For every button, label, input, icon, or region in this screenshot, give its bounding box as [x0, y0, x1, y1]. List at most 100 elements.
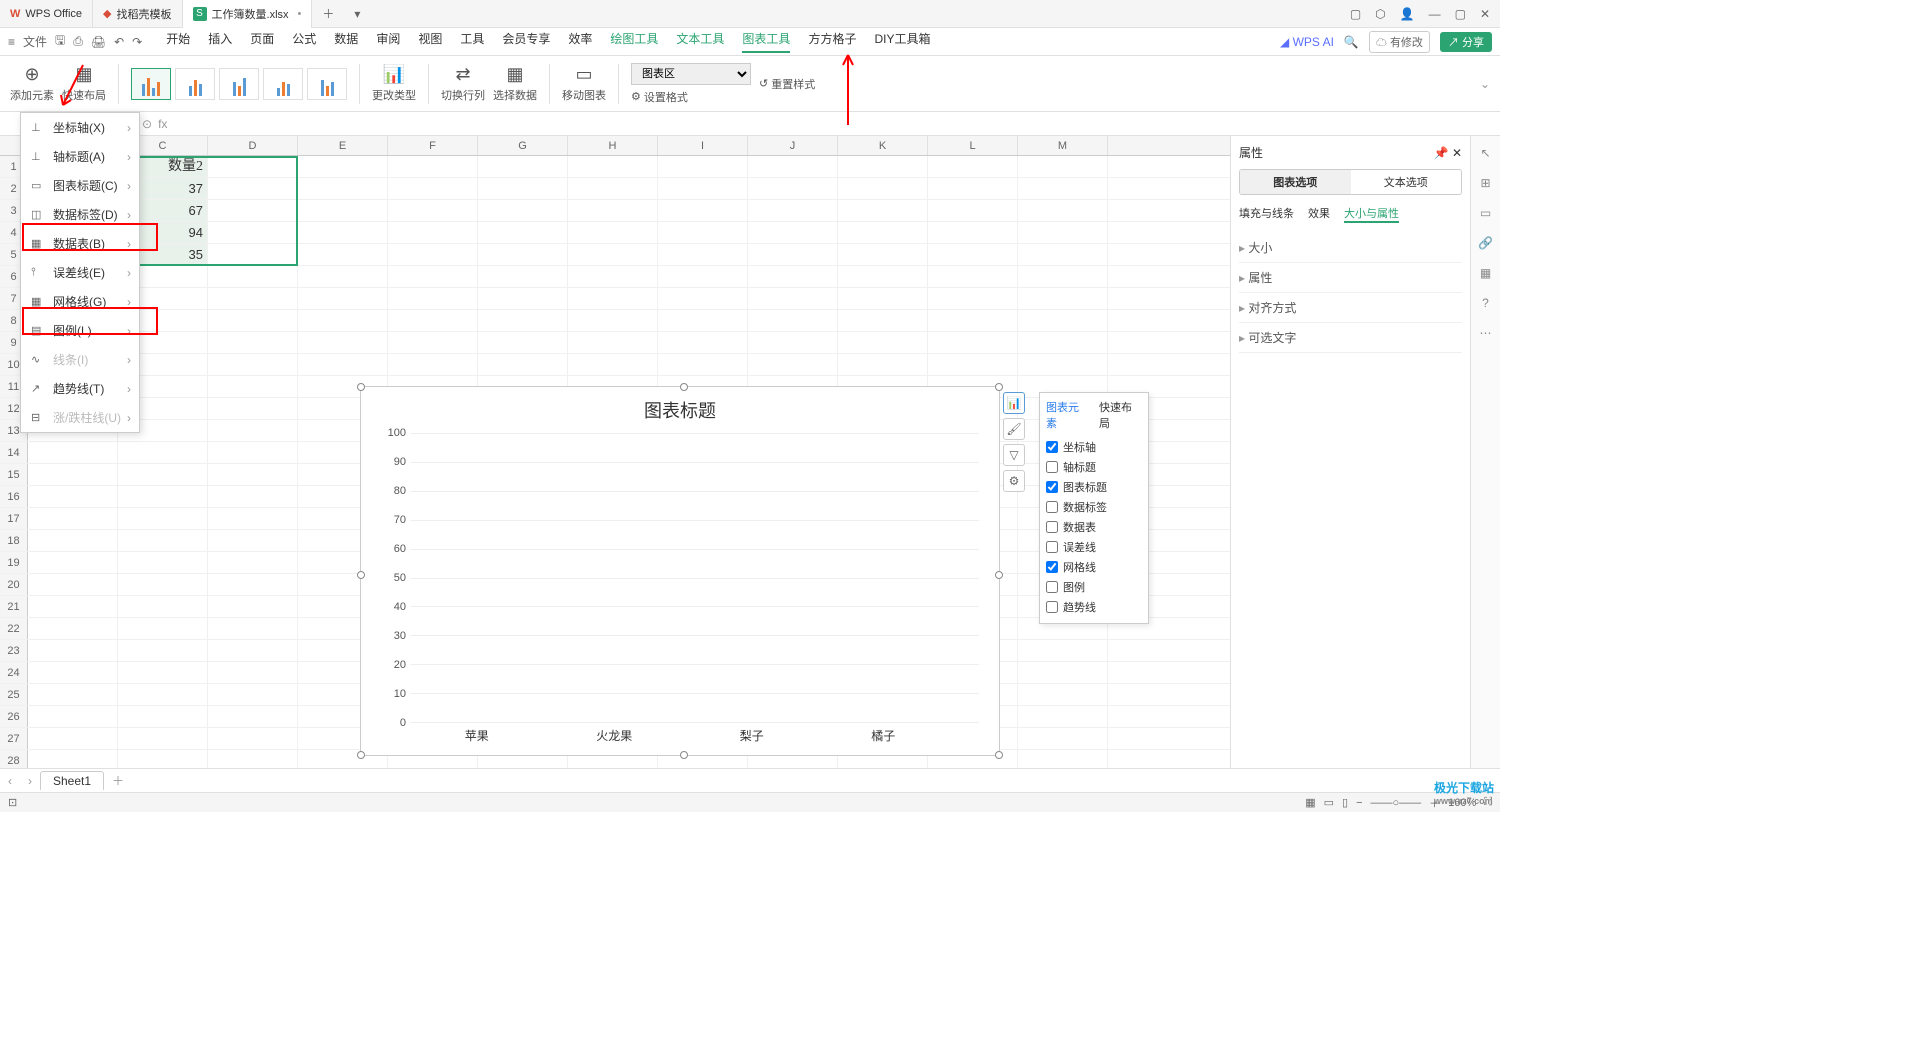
cell[interactable]	[28, 464, 118, 485]
tab-list-button[interactable]: ▾	[344, 7, 370, 21]
cell[interactable]	[928, 244, 1018, 265]
chart-element-checkbox[interactable]: 误差线	[1046, 537, 1142, 557]
cell[interactable]	[838, 310, 928, 331]
chart-element-checkbox[interactable]: 数据表	[1046, 517, 1142, 537]
subtab-effect[interactable]: 效果	[1308, 205, 1330, 223]
cell[interactable]	[28, 640, 118, 661]
cell[interactable]	[568, 200, 658, 221]
row-header[interactable]: 17	[0, 508, 28, 529]
cell[interactable]	[568, 354, 658, 375]
spreadsheet-grid[interactable]: BCDEFGHIJKLM 1数量1数量223137346674639452535…	[0, 136, 1230, 788]
cell[interactable]	[118, 618, 208, 639]
cell[interactable]	[478, 200, 568, 221]
cell[interactable]	[928, 178, 1018, 199]
cell[interactable]	[478, 288, 568, 309]
dropdown-item[interactable]: ▦数据表(B)›	[21, 229, 139, 258]
row-header[interactable]: 15	[0, 464, 28, 485]
close-props-icon[interactable]: ✕	[1452, 146, 1462, 160]
chart-filter-button[interactable]: ▽	[1003, 444, 1025, 466]
cell[interactable]	[568, 288, 658, 309]
cell[interactable]	[208, 398, 298, 419]
cell[interactable]	[928, 200, 1018, 221]
cell[interactable]	[748, 244, 838, 265]
dropdown-item[interactable]: ⊥轴标题(A)›	[21, 142, 139, 171]
cell[interactable]	[1018, 640, 1108, 661]
cell[interactable]	[658, 310, 748, 331]
chart-style-1[interactable]	[131, 68, 171, 100]
status-indicator-icon[interactable]: ⊡	[8, 796, 17, 809]
props-tab-chart[interactable]: 图表选项	[1240, 170, 1351, 194]
cell[interactable]	[478, 178, 568, 199]
chart-element-checkbox[interactable]: 轴标题	[1046, 457, 1142, 477]
chart-style-5[interactable]	[307, 68, 347, 100]
app-box-icon[interactable]: ▢	[1350, 7, 1361, 21]
cell[interactable]	[1018, 706, 1108, 727]
cell[interactable]	[208, 332, 298, 353]
cell[interactable]	[388, 288, 478, 309]
row-header[interactable]: 19	[0, 552, 28, 573]
cell[interactable]	[118, 574, 208, 595]
cell[interactable]	[838, 354, 928, 375]
cell[interactable]	[118, 530, 208, 551]
cell[interactable]	[838, 266, 928, 287]
subtab-fill[interactable]: 填充与线条	[1239, 205, 1294, 223]
cell[interactable]	[118, 728, 208, 749]
cell[interactable]	[478, 266, 568, 287]
cell[interactable]	[208, 464, 298, 485]
dropdown-item[interactable]: ⫯误差线(E)›	[21, 258, 139, 287]
tab-wps-home[interactable]: WWPS Office	[0, 0, 93, 28]
cell[interactable]	[1018, 332, 1108, 353]
cell[interactable]	[208, 376, 298, 397]
print-icon[interactable]: ⎙	[73, 34, 83, 49]
cell[interactable]	[118, 684, 208, 705]
cell[interactable]	[1018, 156, 1108, 177]
cell[interactable]	[748, 200, 838, 221]
section-align[interactable]: 对齐方式	[1239, 293, 1462, 323]
cell[interactable]	[388, 222, 478, 243]
move-chart-button[interactable]: ▭移动图表	[562, 64, 606, 103]
cell[interactable]	[28, 508, 118, 529]
cell[interactable]	[208, 728, 298, 749]
cell[interactable]	[28, 596, 118, 617]
cell[interactable]	[298, 332, 388, 353]
cell[interactable]	[658, 156, 748, 177]
cell[interactable]	[928, 222, 1018, 243]
maximize-icon[interactable]: ▢	[1455, 7, 1466, 21]
cell[interactable]	[208, 508, 298, 529]
cell[interactable]	[568, 244, 658, 265]
cell[interactable]	[28, 662, 118, 683]
sheet-nav-next[interactable]: ›	[20, 774, 40, 788]
cell[interactable]	[658, 200, 748, 221]
chart-element-checkbox[interactable]: 网格线	[1046, 557, 1142, 577]
section-size[interactable]: 大小	[1239, 233, 1462, 263]
cell[interactable]	[568, 266, 658, 287]
cube-icon[interactable]: ⬡	[1375, 7, 1385, 21]
elem-tab-layout[interactable]: 快速布局	[1099, 399, 1142, 431]
cell[interactable]	[208, 684, 298, 705]
cell[interactable]	[208, 178, 298, 199]
tab-tools[interactable]: 工具	[460, 30, 484, 53]
cell[interactable]	[28, 442, 118, 463]
cell[interactable]	[1018, 728, 1108, 749]
collapse-ribbon-icon[interactable]: ⌄	[1480, 77, 1490, 91]
row-header[interactable]: 23	[0, 640, 28, 661]
tab-efficiency[interactable]: 效率	[568, 30, 592, 53]
elem-tab-elements[interactable]: 图表元素	[1046, 399, 1089, 431]
switch-rowcol-button[interactable]: ⇄切换行列	[441, 64, 485, 103]
row-header[interactable]: 25	[0, 684, 28, 705]
cell[interactable]	[658, 332, 748, 353]
cell[interactable]	[568, 156, 658, 177]
tab-add-button[interactable]: ＋	[312, 5, 344, 22]
tab-page[interactable]: 页面	[250, 30, 274, 53]
cell[interactable]	[298, 244, 388, 265]
add-sheet-button[interactable]: ＋	[104, 772, 132, 789]
cell[interactable]	[208, 618, 298, 639]
row-header[interactable]: 18	[0, 530, 28, 551]
cell[interactable]	[478, 156, 568, 177]
subtab-size[interactable]: 大小与属性	[1344, 205, 1399, 223]
cell[interactable]	[838, 178, 928, 199]
cell[interactable]	[118, 464, 208, 485]
cell[interactable]	[28, 486, 118, 507]
cell[interactable]	[838, 244, 928, 265]
section-alttext[interactable]: 可选文字	[1239, 323, 1462, 353]
